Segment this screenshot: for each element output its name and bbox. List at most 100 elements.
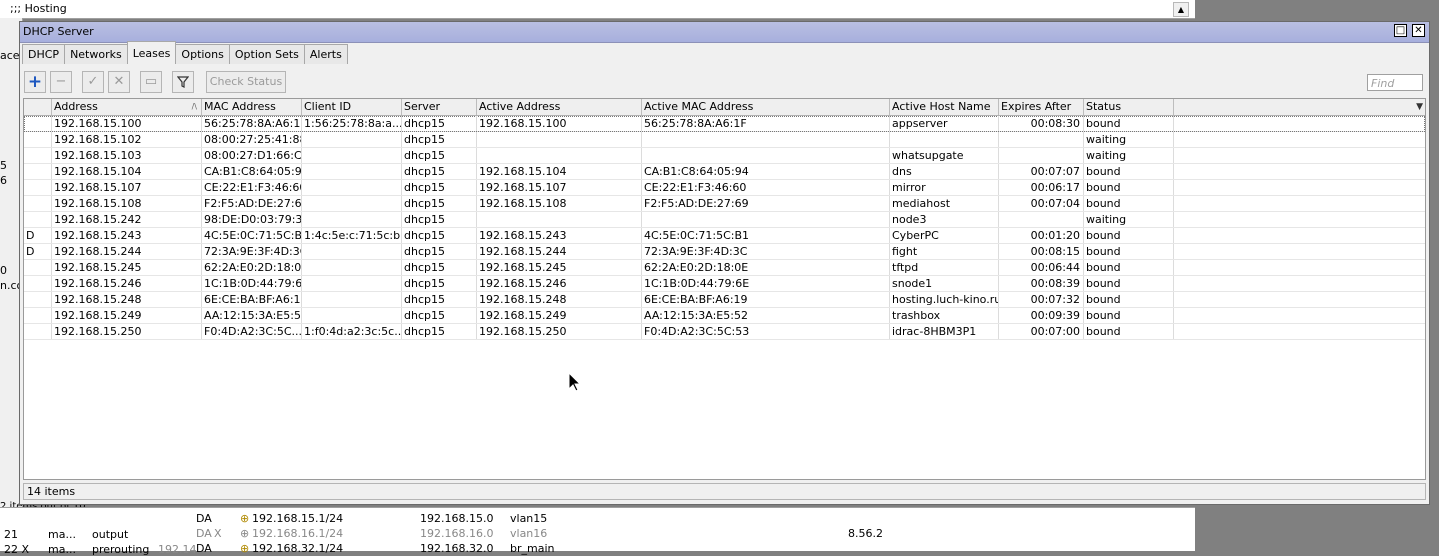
cell-server: dhcp15 [402,292,477,307]
table-row[interactable]: 192.168.15.250 F0:4D:A2:3C:5C... 1:f0:4d:a… [24,324,1425,340]
table-row[interactable]: D 192.168.15.244 72:3A:9E:3F:4D:3C dhcp15 19… [24,244,1425,260]
col-expires-header[interactable]: Expires After [999,99,1084,115]
cell-active-address: 192.168.15.243 [477,228,642,243]
col-client-id-header[interactable]: Client ID [302,99,402,115]
col-active-host-header[interactable]: Active Host Name [890,99,999,115]
col-address-header[interactable]: Address /\ [52,99,202,115]
tab-leases[interactable]: Leases [126,41,177,64]
col-server-header[interactable]: Server [402,99,477,115]
cell-expires: 00:08:39 [999,276,1084,291]
col-active-mac-header[interactable]: Active MAC Address [642,99,890,115]
cell-status: waiting [1084,132,1174,147]
table-row[interactable]: 192.168.15.248 6E:CE:BA:BF:A6:19 dhcp15 192… [24,292,1425,308]
cell-expires: 00:06:17 [999,180,1084,195]
enable-check-icon[interactable]: ✓ [82,71,104,93]
disable-x-icon[interactable]: ✕ [108,71,130,93]
col-active-address-header[interactable]: Active Address [477,99,642,115]
cell-active-mac: 6E:CE:BA:BF:A6:19 [642,292,890,307]
cell-filler [1174,276,1425,291]
cell-expires: 00:08:15 [999,244,1084,259]
table-row[interactable]: 192.168.15.108 F2:F5:AD:DE:27:69 dhcp15 192… [24,196,1425,212]
cell-status: bound [1084,164,1174,179]
table-row[interactable]: D 192.168.15.243 4C:5E:0C:71:5C:B1 1:4c:5e:… [24,228,1425,244]
table-row[interactable]: 192.168.15.100 56:25:78:8A:A6:1F 1:56:25:7… [24,116,1425,132]
table-row[interactable]: 192.168.15.102 08:00:27:25:41:88 dhcp15 wai… [24,132,1425,148]
cell-status: waiting [1084,212,1174,227]
cell-host: trashbox [890,308,999,323]
tab-options[interactable]: Options [175,44,230,64]
cell-expires: 00:07:04 [999,196,1084,211]
cell-active-mac: CA:B1:C8:64:05:94 [642,164,890,179]
cell-active-mac [642,212,890,227]
col-flags-header[interactable] [24,99,52,115]
col-mac-header[interactable]: MAC Address [202,99,302,115]
item-count: 14 items [27,485,76,498]
table-row[interactable]: 192.168.15.103 08:00:27:D1:66:C6 dhcp15 wha… [24,148,1425,164]
cell-active-address [477,212,642,227]
cell-address: 192.168.15.243 [52,228,202,243]
cell-host: node3 [890,212,999,227]
tab-networks[interactable]: Networks [64,44,128,64]
cell-mac: CA:B1:C8:64:05:94 [204,164,302,179]
background-fragment: 0 [0,264,7,277]
cell-host: hosting.luch-kino.ru [892,292,999,307]
cell-flag [24,276,52,291]
column-menu-icon[interactable]: ▼ [1416,99,1423,115]
cell-filler [1174,212,1425,227]
cell-mac: 1C:1B:0D:44:79:6E [204,276,302,291]
cell-active-address [477,148,642,163]
table-row[interactable]: 192.168.15.245 62:2A:E0:2D:18:0E dhcp15 192… [24,260,1425,276]
cell-status: bound [1084,276,1174,291]
tab-option-sets[interactable]: Option Sets [228,44,305,64]
cell-client-id [302,180,402,195]
tab-alerts[interactable]: Alerts [303,44,348,64]
maximize-icon[interactable]: □ [1394,24,1407,37]
scroll-up-arrow-icon[interactable]: ▲ [1173,2,1189,17]
cell-expires: 00:07:32 [999,292,1084,307]
cell-expires: 00:01:20 [999,228,1084,243]
table-row[interactable]: 192.168.15.249 AA:12:15:3A:E5:52 dhcp15 192… [24,308,1425,324]
comment-icon[interactable]: ▭ [140,71,162,93]
cell-server: dhcp15 [402,196,477,211]
cell-address: 192.168.15.100 [52,116,202,131]
col-status-header[interactable]: Status [1084,99,1174,115]
cell-client-id: 1:4c:5e:c:71:5c:b1 [304,228,402,243]
find-input[interactable]: Find [1367,74,1423,91]
table-row[interactable]: 192.168.15.242 98:DE:D0:03:79:32 dhcp15 nod… [24,212,1425,228]
cell-active-address [477,132,642,147]
bg-addr-interface: vlan16 [510,527,548,540]
table-header: Address /\ MAC Address Client ID Server A… [24,99,1425,116]
add-icon[interactable]: + [24,71,46,93]
cell-expires [999,148,1084,163]
cell-address: 192.168.15.250 [52,324,202,339]
cell-client-id [302,132,402,147]
remove-icon[interactable]: − [50,71,72,93]
cell-mac: F0:4D:A2:3C:5C... [204,324,302,339]
cell-server: dhcp15 [402,116,477,131]
table-row[interactable]: 192.168.15.246 1C:1B:0D:44:79:6E dhcp15 192… [24,276,1425,292]
table-row[interactable]: 192.168.15.104 CA:B1:C8:64:05:94 dhcp15 192… [24,164,1425,180]
tab-dhcp[interactable]: DHCP [22,44,66,64]
filter-icon[interactable] [172,71,194,93]
cell-host: snode1 [890,276,999,291]
cell-address: 192.168.15.102 [52,132,202,147]
cell-server: dhcp15 [402,276,477,291]
background-fragment: ace [0,49,20,62]
bg-addr-flag: DA [196,512,212,525]
bg-addr-flag: DA [196,542,212,555]
cell-status: bound [1084,292,1174,307]
cell-mac: 08:00:27:25:41:88 [204,132,302,147]
check-status-button[interactable]: Check Status [206,71,286,93]
close-icon[interactable]: ✕ [1412,24,1425,37]
bg-addr-flag: DA [196,527,212,540]
window-titlebar[interactable]: DHCP Server □ ✕ [20,22,1429,43]
cell-host: dns [890,164,999,179]
cell-active-mac: CE:22:E1:F3:46:60 [642,180,890,195]
cell-flag [24,180,52,195]
bg-rule-number: 21 [4,528,18,541]
cell-address: 192.168.15.245 [52,260,202,275]
background-address-list: 21 ma... output 22 X ma... prerouting 19… [0,507,1195,556]
bg-addr-interface: vlan15 [510,512,548,525]
table-row[interactable]: 192.168.15.107 CE:22:E1:F3:46:60 dhcp15 192… [24,180,1425,196]
cell-active-address: 192.168.15.100 [477,116,642,131]
